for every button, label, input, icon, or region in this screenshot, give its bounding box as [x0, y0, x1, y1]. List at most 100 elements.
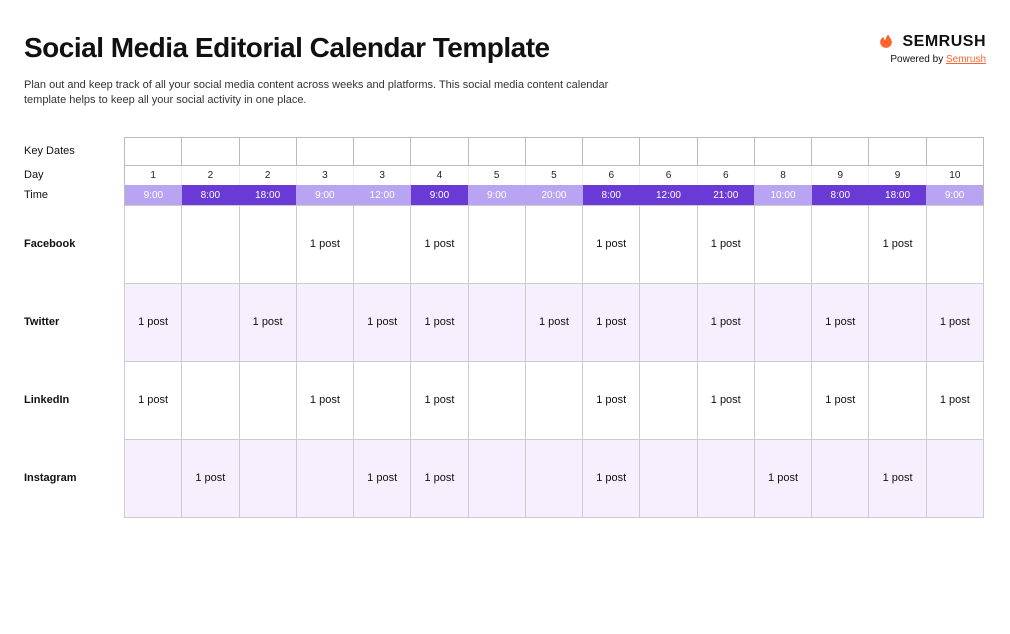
keydate-cell[interactable] — [640, 137, 697, 165]
schedule-cell[interactable] — [640, 205, 697, 283]
schedule-cell[interactable]: 1 post — [124, 283, 181, 361]
schedule-cell[interactable] — [697, 439, 754, 517]
keydate-cell[interactable] — [869, 137, 926, 165]
schedule-cell[interactable] — [182, 361, 239, 439]
schedule-cell[interactable]: 1 post — [354, 283, 411, 361]
schedule-cell[interactable] — [239, 361, 296, 439]
keydate-cell[interactable] — [697, 137, 754, 165]
day-cell: 9 — [869, 165, 926, 185]
row-label: Twitter — [24, 283, 124, 361]
time-cell: 9:00 — [124, 185, 181, 205]
schedule-cell[interactable] — [640, 361, 697, 439]
brand-name: SEMRUSH — [902, 33, 986, 51]
keydate-cell[interactable] — [239, 137, 296, 165]
schedule-cell[interactable] — [754, 361, 811, 439]
schedule-cell[interactable] — [468, 361, 525, 439]
keydate-cell[interactable] — [812, 137, 869, 165]
schedule-cell[interactable] — [926, 205, 983, 283]
day-cell: 6 — [640, 165, 697, 185]
keydate-cell[interactable] — [411, 137, 468, 165]
schedule-cell[interactable]: 1 post — [411, 283, 468, 361]
page-title: Social Media Editorial Calendar Template — [24, 32, 550, 64]
schedule-cell[interactable]: 1 post — [812, 283, 869, 361]
keydate-cell[interactable] — [754, 137, 811, 165]
keydate-cell[interactable] — [354, 137, 411, 165]
schedule-cell[interactable] — [296, 283, 353, 361]
schedule-cell[interactable]: 1 post — [697, 283, 754, 361]
schedule-cell[interactable] — [812, 439, 869, 517]
schedule-cell[interactable]: 1 post — [411, 361, 468, 439]
schedule-cell[interactable]: 1 post — [697, 361, 754, 439]
schedule-cell[interactable] — [640, 439, 697, 517]
day-cell: 1 — [124, 165, 181, 185]
schedule-cell[interactable]: 1 post — [583, 361, 640, 439]
schedule-cell[interactable] — [754, 283, 811, 361]
day-cell: 10 — [926, 165, 983, 185]
schedule-cell[interactable]: 1 post — [411, 439, 468, 517]
keydate-cell[interactable] — [926, 137, 983, 165]
schedule-cell[interactable] — [354, 361, 411, 439]
schedule-cell[interactable] — [468, 283, 525, 361]
schedule-cell[interactable] — [468, 205, 525, 283]
schedule-cell[interactable]: 1 post — [239, 283, 296, 361]
schedule-cell[interactable]: 1 post — [296, 205, 353, 283]
brand-block: SEMRUSH Powered by Semrush — [876, 32, 986, 65]
semrush-flame-icon — [876, 32, 896, 52]
schedule-cell[interactable] — [869, 283, 926, 361]
time-cell: 9:00 — [468, 185, 525, 205]
schedule-cell[interactable] — [468, 439, 525, 517]
schedule-cell[interactable]: 1 post — [124, 361, 181, 439]
schedule-cell[interactable] — [754, 205, 811, 283]
schedule-cell[interactable]: 1 post — [583, 205, 640, 283]
schedule-cell[interactable] — [182, 205, 239, 283]
time-cell: 20:00 — [525, 185, 582, 205]
schedule-cell[interactable]: 1 post — [812, 361, 869, 439]
schedule-cell[interactable]: 1 post — [296, 361, 353, 439]
schedule-cell[interactable]: 1 post — [754, 439, 811, 517]
day-cell: 5 — [468, 165, 525, 185]
schedule-cell[interactable] — [296, 439, 353, 517]
schedule-cell[interactable]: 1 post — [354, 439, 411, 517]
schedule-cell[interactable]: 1 post — [525, 283, 582, 361]
powered-by-link[interactable]: Semrush — [946, 54, 986, 65]
schedule-cell[interactable]: 1 post — [583, 439, 640, 517]
schedule-cell[interactable] — [239, 439, 296, 517]
schedule-cell[interactable] — [926, 439, 983, 517]
time-cell: 9:00 — [296, 185, 353, 205]
powered-by: Powered by Semrush — [876, 54, 986, 65]
schedule-cell[interactable] — [525, 439, 582, 517]
brand-logo: SEMRUSH — [876, 32, 986, 52]
schedule-cell[interactable] — [354, 205, 411, 283]
keydate-cell[interactable] — [525, 137, 582, 165]
keydate-cell[interactable] — [296, 137, 353, 165]
schedule-cell[interactable]: 1 post — [926, 283, 983, 361]
schedule-cell[interactable]: 1 post — [869, 439, 926, 517]
schedule-cell[interactable] — [812, 205, 869, 283]
schedule-cell[interactable]: 1 post — [411, 205, 468, 283]
schedule-cell[interactable]: 1 post — [869, 205, 926, 283]
schedule-cell[interactable]: 1 post — [697, 205, 754, 283]
day-cell: 3 — [296, 165, 353, 185]
time-cell: 8:00 — [812, 185, 869, 205]
schedule-cell[interactable]: 1 post — [926, 361, 983, 439]
time-cell: 21:00 — [697, 185, 754, 205]
schedule-cell[interactable] — [640, 283, 697, 361]
schedule-cell[interactable] — [182, 283, 239, 361]
keydate-cell[interactable] — [182, 137, 239, 165]
schedule-cell[interactable]: 1 post — [583, 283, 640, 361]
schedule-cell[interactable] — [869, 361, 926, 439]
schedule-cell[interactable] — [124, 439, 181, 517]
schedule-cell[interactable] — [525, 361, 582, 439]
schedule-cell[interactable]: 1 post — [182, 439, 239, 517]
powered-by-prefix: Powered by — [890, 54, 946, 65]
schedule-cell[interactable] — [239, 205, 296, 283]
keydate-cell[interactable] — [583, 137, 640, 165]
day-cell: 9 — [812, 165, 869, 185]
schedule-cell[interactable] — [124, 205, 181, 283]
keydate-cell[interactable] — [124, 137, 181, 165]
time-cell: 9:00 — [411, 185, 468, 205]
time-cell: 12:00 — [640, 185, 697, 205]
row-label: LinkedIn — [24, 361, 124, 439]
keydate-cell[interactable] — [468, 137, 525, 165]
schedule-cell[interactable] — [525, 205, 582, 283]
